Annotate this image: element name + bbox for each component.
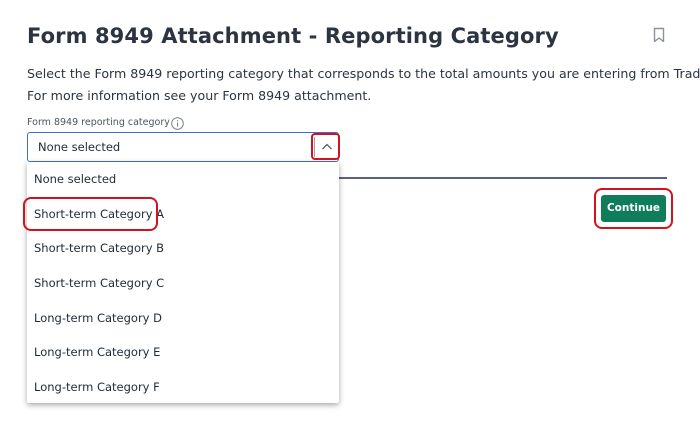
description-line-2: For more information see your Form 8949 … bbox=[27, 88, 372, 103]
page-title: Form 8949 Attachment - Reporting Categor… bbox=[27, 24, 559, 48]
dropdown-option-long-term-d[interactable]: Long-term Category D bbox=[34, 311, 162, 325]
highlight-continue bbox=[594, 188, 673, 229]
section-underline bbox=[339, 177, 667, 179]
highlight-short-term-a bbox=[23, 197, 158, 231]
description-line-1: Select the Form 8949 reporting category … bbox=[27, 66, 700, 81]
select-current-value: None selected bbox=[38, 140, 121, 154]
info-icon[interactable] bbox=[171, 117, 184, 130]
field-label: Form 8949 reporting category bbox=[27, 117, 170, 128]
dropdown-option-long-term-f[interactable]: Long-term Category F bbox=[34, 380, 160, 394]
bookmark-icon[interactable] bbox=[653, 27, 665, 43]
reporting-category-select[interactable]: None selected bbox=[27, 132, 339, 162]
dropdown-option-none-selected[interactable]: None selected bbox=[34, 172, 116, 186]
highlight-chevron bbox=[311, 133, 340, 160]
dropdown-option-long-term-e[interactable]: Long-term Category E bbox=[34, 345, 160, 359]
dropdown-option-short-term-c[interactable]: Short-term Category C bbox=[34, 276, 164, 290]
page-description: Select the Form 8949 reporting category … bbox=[27, 63, 700, 107]
dropdown-option-short-term-b[interactable]: Short-term Category B bbox=[34, 241, 164, 255]
